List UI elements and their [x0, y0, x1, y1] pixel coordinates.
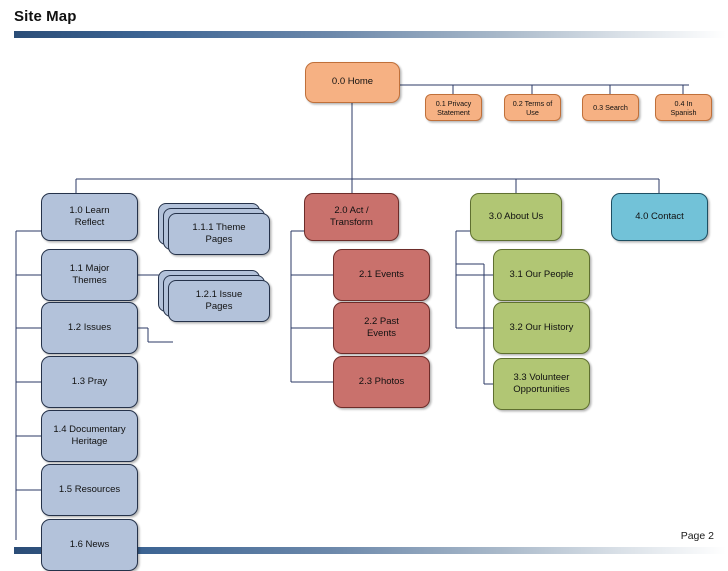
node-privacy-statement[interactable]: 0.1 Privacy Statement: [425, 94, 482, 121]
node-theme-pages-stack[interactable]: 1.1.1 Theme Pages: [158, 203, 270, 265]
node-issue-pages-stack[interactable]: 1.2.1 Issue Pages: [158, 270, 270, 332]
node-resources-label: 1.5 Resources: [58, 483, 121, 495]
node-contact[interactable]: 4.0 Contact: [611, 193, 708, 241]
header-divider-rule: [14, 31, 726, 38]
node-issue-pages-label: 1.2.1 Issue Pages: [195, 288, 243, 312]
node-terms-of-use[interactable]: 0.2 Terms of Use: [504, 94, 561, 121]
node-our-people[interactable]: 3.1 Our People: [493, 249, 590, 301]
node-about-us-label: 3.0 About Us: [488, 210, 544, 222]
node-home-label: 0.0 Home: [331, 76, 374, 88]
node-photos-label: 2.3 Photos: [358, 375, 405, 387]
node-in-spanish-label: 0.4 In Spanish: [670, 98, 697, 117]
node-documentary-heritage-label: 1.4 Documentary Heritage: [53, 423, 126, 447]
node-pray[interactable]: 1.3 Pray: [41, 356, 138, 408]
node-events[interactable]: 2.1 Events: [333, 249, 430, 301]
node-search-label: 0.3 Search: [593, 103, 628, 112]
node-documentary-heritage[interactable]: 1.4 Documentary Heritage: [41, 410, 138, 462]
node-volunteer-opportunities-label: 3.3 Volunteer Opportunities: [513, 371, 570, 395]
node-our-history-label: 3.2 Our History: [509, 321, 574, 333]
node-theme-pages-label: 1.1.1 Theme Pages: [192, 221, 246, 245]
theme-pages-sheet-front[interactable]: 1.1.1 Theme Pages: [168, 213, 270, 255]
node-contact-label: 4.0 Contact: [635, 210, 684, 222]
page-number-label: Page 2: [680, 530, 714, 542]
node-learn-reflect-label: 1.0 Learn Reflect: [69, 204, 110, 228]
node-act-transform-label: 2.0 Act / Transform: [330, 204, 373, 228]
node-issues-label: 1.2 Issues: [67, 321, 112, 333]
node-news[interactable]: 1.6 News: [41, 519, 138, 571]
node-search[interactable]: 0.3 Search: [582, 94, 639, 121]
node-events-label: 2.1 Events: [359, 268, 404, 280]
node-resources[interactable]: 1.5 Resources: [41, 464, 138, 516]
node-home[interactable]: 0.0 Home: [305, 62, 400, 103]
page-title: Site Map: [14, 8, 77, 25]
node-learn-reflect[interactable]: 1.0 Learn Reflect: [41, 193, 138, 241]
node-in-spanish[interactable]: 0.4 In Spanish: [655, 94, 712, 121]
node-act-transform[interactable]: 2.0 Act / Transform: [304, 193, 399, 241]
node-our-people-label: 3.1 Our People: [509, 268, 574, 280]
node-privacy-statement-label: 0.1 Privacy Statement: [435, 98, 472, 117]
node-news-label: 1.6 News: [69, 538, 110, 550]
node-about-us[interactable]: 3.0 About Us: [470, 193, 562, 241]
node-major-themes-label: 1.1 Major Themes: [69, 262, 110, 286]
site-map-diagram: 0.0 Home 0.1 Privacy Statement 0.2 Terms…: [0, 40, 728, 571]
node-photos[interactable]: 2.3 Photos: [333, 356, 430, 408]
node-past-events[interactable]: 2.2 Past Events: [333, 302, 430, 354]
node-pray-label: 1.3 Pray: [71, 375, 108, 387]
node-terms-of-use-label: 0.2 Terms of Use: [512, 98, 553, 117]
node-our-history[interactable]: 3.2 Our History: [493, 302, 590, 354]
node-major-themes[interactable]: 1.1 Major Themes: [41, 249, 138, 301]
issue-pages-sheet-front[interactable]: 1.2.1 Issue Pages: [168, 280, 270, 322]
node-past-events-label: 2.2 Past Events: [364, 315, 399, 339]
node-volunteer-opportunities[interactable]: 3.3 Volunteer Opportunities: [493, 358, 590, 410]
node-issues[interactable]: 1.2 Issues: [41, 302, 138, 354]
